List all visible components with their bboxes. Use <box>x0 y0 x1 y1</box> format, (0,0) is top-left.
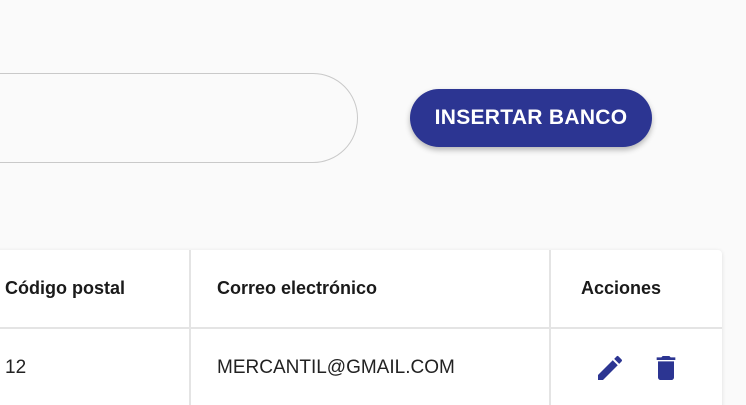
column-header-actions: Acciones <box>550 250 722 329</box>
insert-bank-button[interactable]: INSERTAR BANCO <box>410 89 652 147</box>
column-header-postal-code[interactable]: Código postal <box>0 250 191 329</box>
table-body: 12 MERCANTIL@GMAIL.COM <box>0 328 722 405</box>
table-header: Código postal Correo electrónico Accione… <box>0 250 722 329</box>
cell-postal-code: 12 <box>0 328 191 405</box>
cell-email: MERCANTIL@GMAIL.COM <box>190 328 551 405</box>
cell-actions <box>550 328 722 405</box>
search-box <box>0 73 358 163</box>
page: INSERTAR BANCO Código postal Correo elec… <box>0 0 746 405</box>
row-actions <box>551 329 722 405</box>
column-header-email[interactable]: Correo electrónico <box>190 250 551 329</box>
banks-table: Código postal Correo electrónico Accione… <box>0 250 722 405</box>
banks-table-card: Código postal Correo electrónico Accione… <box>0 250 722 405</box>
header-row: Código postal Correo electrónico Accione… <box>0 250 722 329</box>
table-row: 12 MERCANTIL@GMAIL.COM <box>0 328 722 405</box>
trash-icon[interactable] <box>649 351 683 385</box>
search-input[interactable] <box>31 104 315 134</box>
edit-icon[interactable] <box>593 351 627 385</box>
